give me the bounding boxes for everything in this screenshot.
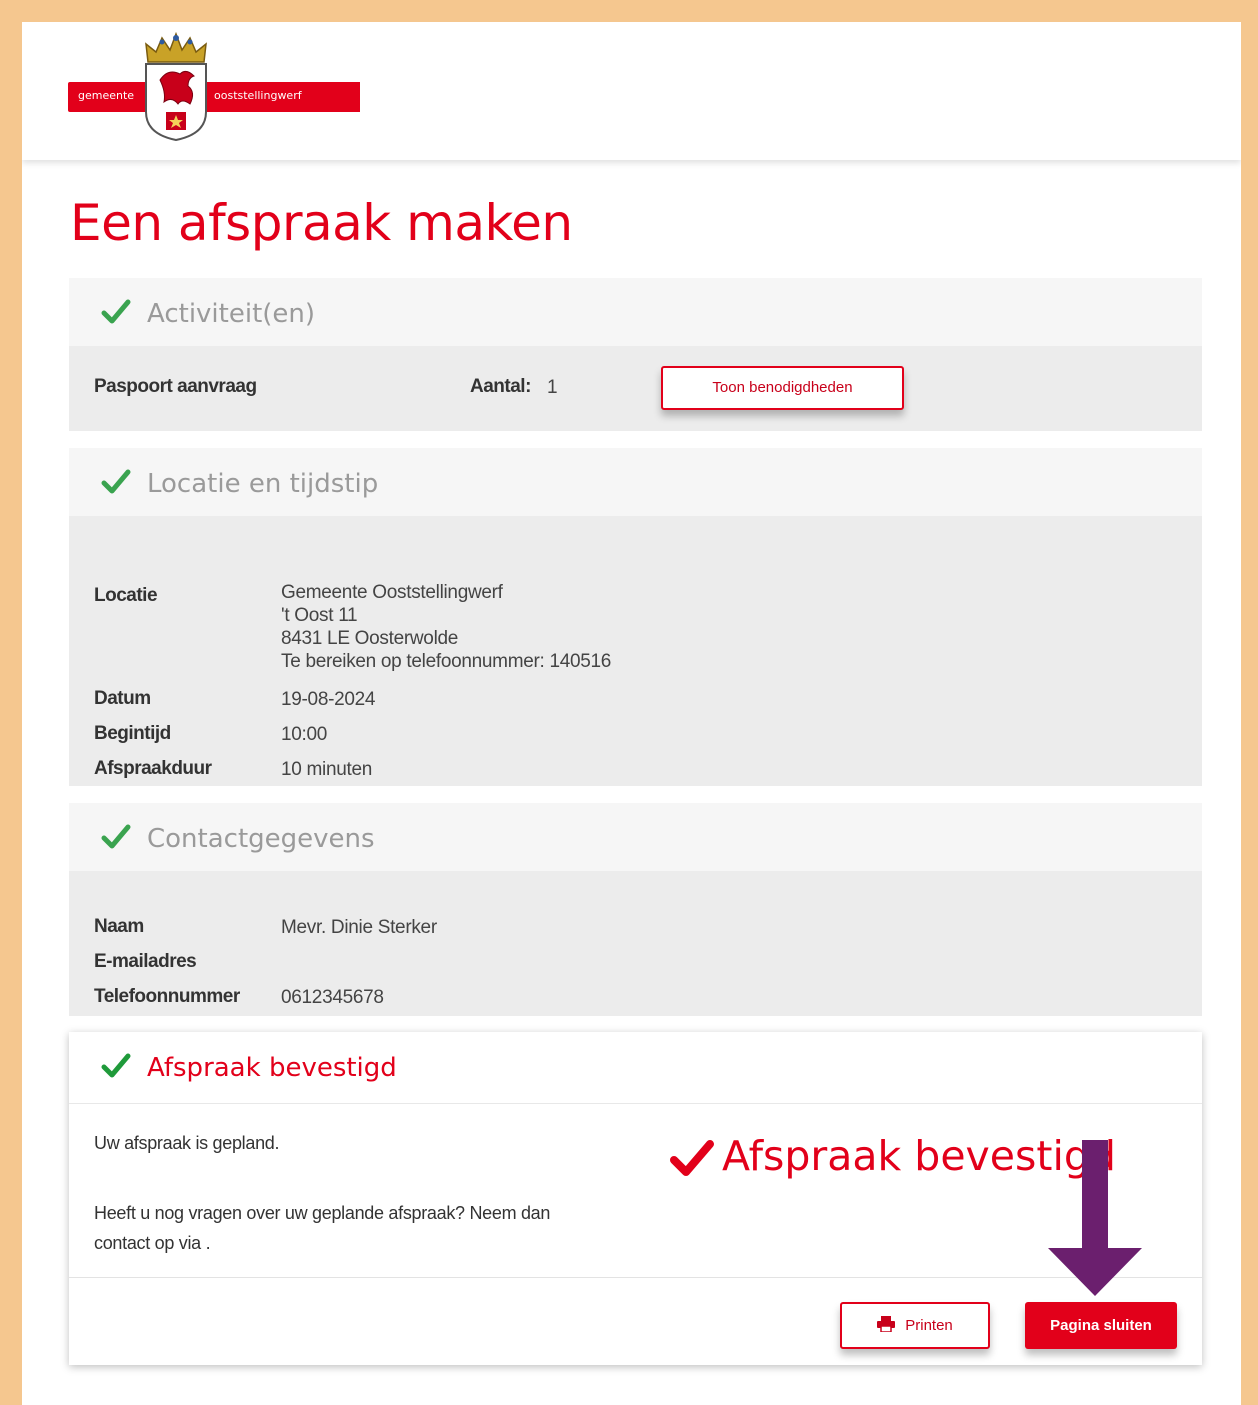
duration-value: 10 minuten xyxy=(281,759,373,780)
name-label: Naam xyxy=(94,916,144,937)
address-line-3: 8431 LE Oosterwolde xyxy=(281,628,459,649)
duration-label: Afspraakduur xyxy=(94,758,212,779)
confirmation-title: Afspraak bevestigd xyxy=(147,1053,397,1083)
activity-count-value: 1 xyxy=(547,377,558,398)
large-checkmark-icon xyxy=(670,1140,714,1176)
footer-divider xyxy=(69,1277,1202,1278)
contact-header[interactable]: Contactgegevens xyxy=(69,803,1202,871)
location-label: Locatie xyxy=(94,585,158,606)
show-requirements-button[interactable]: Toon benodigdheden xyxy=(661,366,904,410)
logo-text-right: ooststellingwerf xyxy=(214,89,302,102)
location-panel: Locatie en tijdstip Locatie Gemeente Oos… xyxy=(69,448,1202,786)
site-header: gemeente ooststellingwerf xyxy=(22,22,1241,160)
phone-label: Telefoonnummer xyxy=(94,986,240,1007)
print-button-label: Printen xyxy=(905,1317,953,1334)
contact-title: Contactgegevens xyxy=(147,824,375,854)
address-line-4: Te bereiken op telefoonnummer: 140516 xyxy=(281,651,612,672)
address-line-1: Gemeente Ooststellingwerf xyxy=(281,582,503,603)
print-button[interactable]: Printen xyxy=(840,1302,990,1349)
printer-icon xyxy=(877,1316,896,1333)
activity-name: Paspoort aanvraag xyxy=(94,376,257,397)
start-time-label: Begintijd xyxy=(94,723,171,744)
municipality-logo[interactable]: gemeente ooststellingwerf xyxy=(68,32,364,144)
location-title: Locatie en tijdstip xyxy=(147,469,379,499)
confirmation-message: Uw afspraak is gepland. xyxy=(94,1133,280,1153)
questions-text-line-1: Heeft u nog vragen over uw geplande afsp… xyxy=(94,1203,551,1223)
activities-title: Activiteit(en) xyxy=(147,299,316,329)
date-value: 19-08-2024 xyxy=(281,689,376,710)
logo-band: gemeente ooststellingwerf xyxy=(68,82,360,112)
activities-header[interactable]: Activiteit(en) xyxy=(69,278,1202,346)
checkmark-icon xyxy=(101,1053,131,1078)
coat-of-arms-icon xyxy=(145,32,207,142)
checkmark-icon xyxy=(101,469,131,494)
page-title: Een afspraak maken xyxy=(70,194,573,252)
checkmark-icon xyxy=(101,824,131,849)
confirmation-header: Afspraak bevestigd xyxy=(69,1032,1202,1104)
start-time-value: 10:00 xyxy=(281,724,328,745)
contact-panel: Contactgegevens Naam Mevr. Dinie Sterker… xyxy=(69,803,1202,1016)
name-value: Mevr. Dinie Sterker xyxy=(281,917,437,938)
date-label: Datum xyxy=(94,688,151,709)
activity-count-label: Aantal: xyxy=(470,376,531,397)
close-page-button[interactable]: Pagina sluiten xyxy=(1025,1302,1177,1349)
confirmation-panel: Afspraak bevestigd Uw afspraak is geplan… xyxy=(69,1032,1202,1365)
address-line-2: 't Oost 11 xyxy=(281,605,358,626)
questions-text-line-2: contact op via . xyxy=(94,1233,211,1253)
page-frame: gemeente ooststellingwerf Een afspraak m… xyxy=(22,22,1241,1405)
checkmark-icon xyxy=(101,299,131,324)
activities-panel: Activiteit(en) Paspoort aanvraag Aantal:… xyxy=(69,278,1202,431)
location-header[interactable]: Locatie en tijdstip xyxy=(69,448,1202,516)
logo-text-left: gemeente xyxy=(78,89,135,102)
down-arrow-icon xyxy=(1048,1140,1142,1296)
phone-value: 0612345678 xyxy=(281,987,384,1008)
email-label: E-mailadres xyxy=(94,951,197,972)
